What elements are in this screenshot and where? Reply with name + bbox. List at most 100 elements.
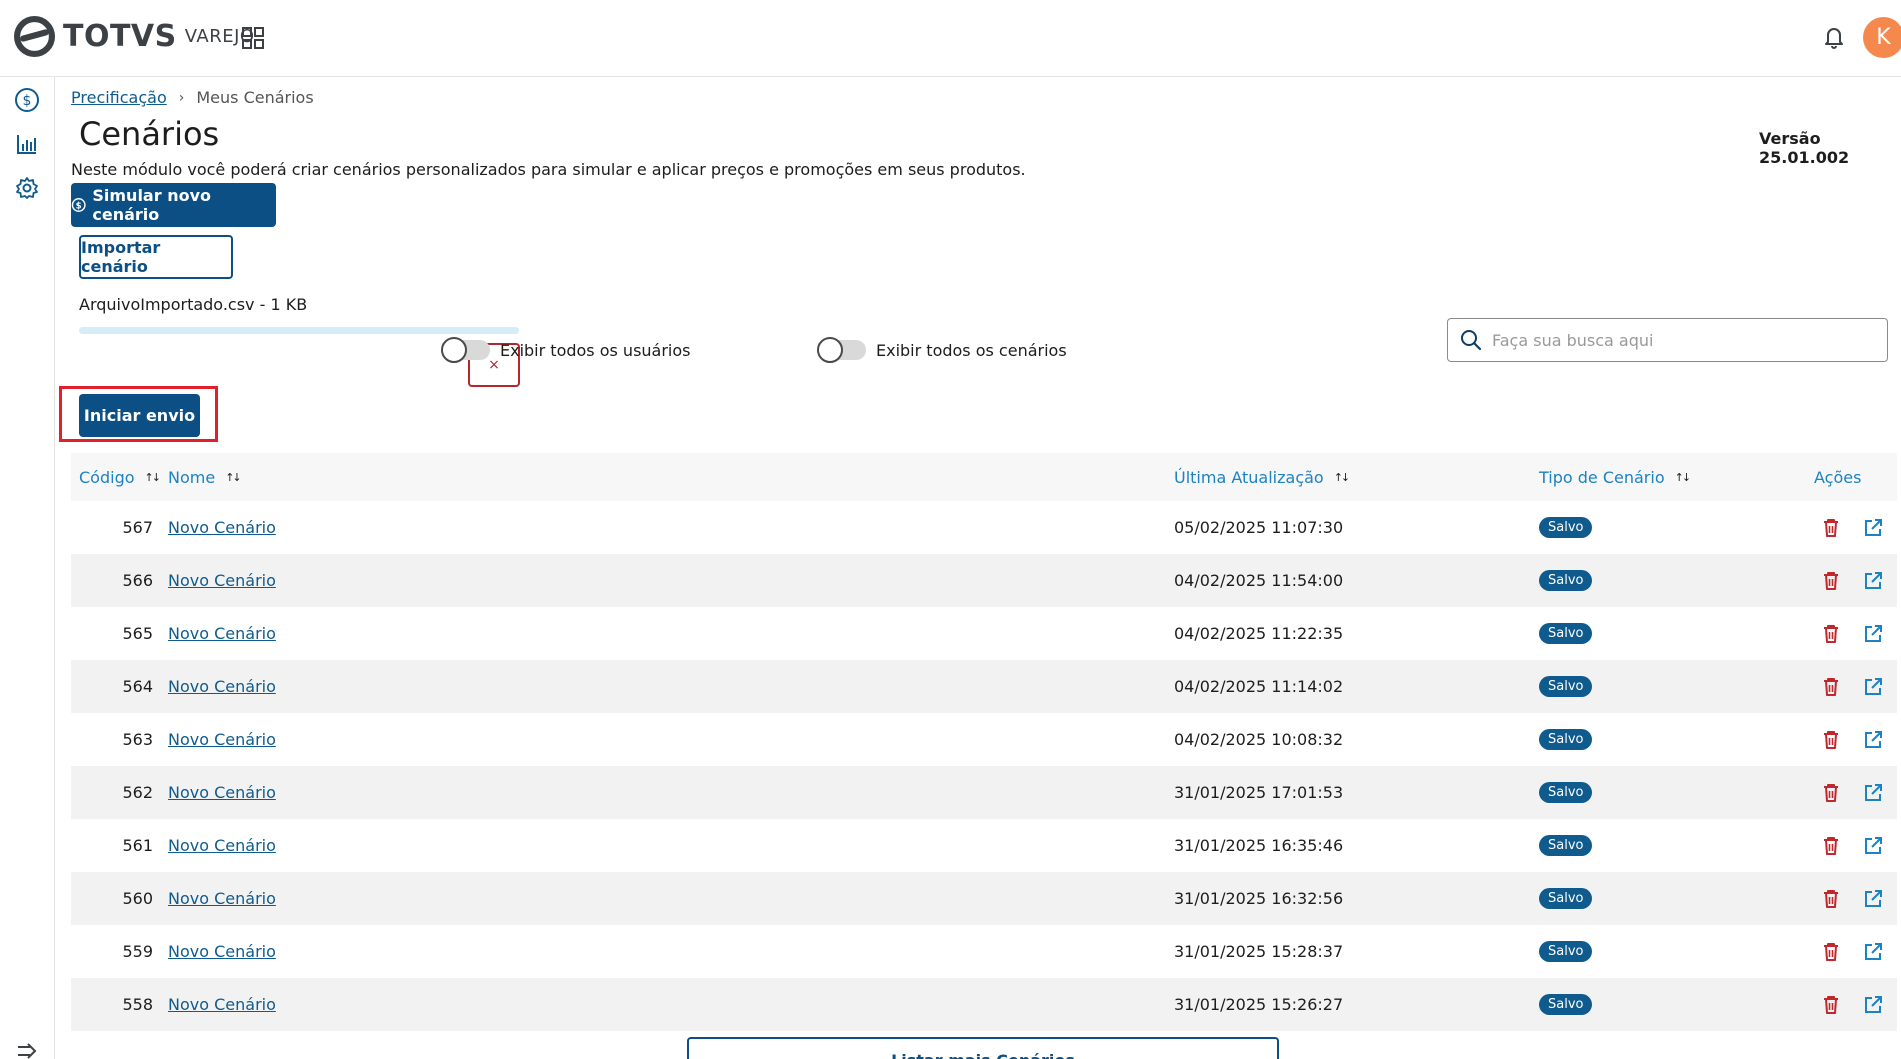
cell-updated: 31/01/2025 16:35:46 — [1174, 836, 1344, 855]
cell-updated: 31/01/2025 15:26:27 — [1174, 995, 1344, 1014]
external-link-icon[interactable] — [1863, 624, 1883, 644]
show-all-scenarios-toggle[interactable]: Exibir todos os cenários — [817, 337, 1067, 363]
external-link-icon[interactable] — [1863, 889, 1883, 909]
start-upload-button[interactable]: Iniciar envio — [79, 394, 200, 437]
column-header-updated[interactable]: Última Atualização ↑↓ — [1174, 453, 1350, 501]
trash-icon[interactable] — [1821, 836, 1841, 856]
notification-bell-icon[interactable] — [1822, 24, 1846, 50]
toggle-switch[interactable] — [441, 337, 490, 363]
external-link-icon[interactable] — [1863, 783, 1883, 803]
scenario-name-link[interactable]: Novo Cenário — [168, 624, 276, 643]
cell-code: 565 — [122, 624, 153, 643]
status-badge: Salvo — [1539, 623, 1593, 644]
table-row: 562 Novo Cenário 31/01/2025 17:01:53 Salvo — [71, 766, 1897, 819]
toggle-knob — [817, 337, 843, 363]
external-link-icon[interactable] — [1863, 995, 1883, 1015]
page-description: Neste módulo você poderá criar cenários … — [71, 160, 1026, 179]
show-all-users-toggle[interactable]: Exibir todos os usuários — [441, 337, 691, 363]
cell-updated: 04/02/2025 10:08:32 — [1174, 730, 1344, 749]
trash-icon[interactable] — [1821, 624, 1841, 644]
brand-logo[interactable]: TOTVS VAREJO — [14, 16, 255, 57]
scenarios-table: Código ↑↓ Nome ↑↓ Última Atualização ↑↓ … — [71, 453, 1897, 1031]
column-header-name[interactable]: Nome ↑↓ — [168, 453, 242, 501]
simulate-new-scenario-button[interactable]: $ Simular novo cenário — [71, 183, 276, 227]
sidebar: $ — [0, 77, 55, 1059]
sidebar-item-settings[interactable] — [14, 175, 40, 201]
cell-name: Novo Cenário — [168, 501, 276, 554]
sidebar-item-reports[interactable] — [14, 131, 40, 157]
cell-name: Novo Cenário — [168, 660, 276, 713]
uploaded-file-label: ArquivoImportado.csv - 1 KB — [79, 295, 308, 314]
upload-progress-bar — [79, 327, 519, 334]
status-badge: Salvo — [1539, 782, 1593, 803]
cell-name: Novo Cenário — [168, 978, 276, 1031]
table-header: Código ↑↓ Nome ↑↓ Última Atualização ↑↓ … — [71, 453, 1897, 501]
scenario-name-link[interactable]: Novo Cenário — [168, 518, 276, 537]
search-icon — [1461, 330, 1482, 351]
cell-updated: 04/02/2025 11:54:00 — [1174, 571, 1344, 590]
trash-icon[interactable] — [1821, 730, 1841, 750]
external-link-icon[interactable] — [1863, 942, 1883, 962]
cell-updated: 04/02/2025 11:22:35 — [1174, 624, 1344, 643]
cell-type: Salvo — [1539, 501, 1593, 554]
cell-code: 559 — [122, 942, 153, 961]
external-link-icon[interactable] — [1863, 730, 1883, 750]
external-link-icon[interactable] — [1863, 571, 1883, 591]
chevron-right-icon: › — [178, 89, 185, 106]
scenario-name-link[interactable]: Novo Cenário — [168, 889, 276, 908]
trash-icon[interactable] — [1821, 889, 1841, 909]
breadcrumb-link-pricing[interactable]: Precificação — [71, 88, 167, 107]
external-link-icon[interactable] — [1863, 677, 1883, 697]
cell-name: Novo Cenário — [168, 607, 276, 660]
user-avatar[interactable]: K — [1863, 17, 1901, 58]
main-content: Precificação › Meus Cenários Cenários Ve… — [59, 77, 1901, 1059]
dollar-circle-icon: $ — [71, 198, 86, 212]
page-title: Cenários — [79, 115, 220, 153]
expand-sidebar-icon[interactable] — [16, 1043, 38, 1059]
scenario-name-link[interactable]: Novo Cenário — [168, 995, 276, 1014]
show-all-users-label: Exibir todos os usuários — [500, 340, 691, 360]
list-more-scenarios-button[interactable]: Listar mais Cenários — [687, 1037, 1279, 1059]
scenario-name-link[interactable]: Novo Cenário — [168, 677, 276, 696]
bar-chart-icon — [17, 135, 36, 154]
trash-icon[interactable] — [1821, 995, 1841, 1015]
cell-actions — [1821, 819, 1883, 872]
cell-actions — [1821, 660, 1883, 713]
import-scenario-button[interactable]: Importar cenário — [79, 235, 233, 279]
cell-type: Salvo — [1539, 713, 1593, 766]
svg-text:$: $ — [23, 93, 32, 109]
column-header-actions: Ações — [1814, 467, 1862, 487]
search-input[interactable] — [1492, 330, 1872, 350]
scenario-name-link[interactable]: Novo Cenário — [168, 783, 276, 802]
cell-type: Salvo — [1539, 766, 1593, 819]
cell-actions — [1821, 766, 1883, 819]
external-link-icon[interactable] — [1863, 518, 1883, 538]
svg-text:$: $ — [76, 201, 82, 211]
cell-code: 560 — [122, 889, 153, 908]
scenario-name-link[interactable]: Novo Cenário — [168, 836, 276, 855]
trash-icon[interactable] — [1821, 783, 1841, 803]
simulate-new-scenario-label: Simular novo cenário — [92, 186, 211, 224]
status-badge: Salvo — [1539, 941, 1593, 962]
cell-actions — [1821, 554, 1883, 607]
column-header-code-label: Código — [79, 467, 135, 487]
cell-actions — [1821, 925, 1883, 978]
apps-grid-icon[interactable] — [242, 27, 264, 49]
trash-icon[interactable] — [1821, 571, 1841, 591]
cell-actions — [1821, 978, 1883, 1031]
trash-icon[interactable] — [1821, 518, 1841, 538]
cell-actions — [1821, 501, 1883, 554]
scenario-name-link[interactable]: Novo Cenário — [168, 571, 276, 590]
trash-icon[interactable] — [1821, 677, 1841, 697]
column-header-type[interactable]: Tipo de Cenário ↑↓ — [1539, 453, 1691, 501]
external-link-icon[interactable] — [1863, 836, 1883, 856]
cell-type: Salvo — [1539, 660, 1593, 713]
toggle-switch[interactable] — [817, 337, 866, 363]
scenario-name-link[interactable]: Novo Cenário — [168, 942, 276, 961]
cell-name: Novo Cenário — [168, 713, 276, 766]
trash-icon[interactable] — [1821, 942, 1841, 962]
sidebar-item-pricing[interactable]: $ — [14, 87, 40, 113]
column-header-code[interactable]: Código ↑↓ — [79, 453, 161, 501]
scenario-name-link[interactable]: Novo Cenário — [168, 730, 276, 749]
cell-actions — [1821, 713, 1883, 766]
